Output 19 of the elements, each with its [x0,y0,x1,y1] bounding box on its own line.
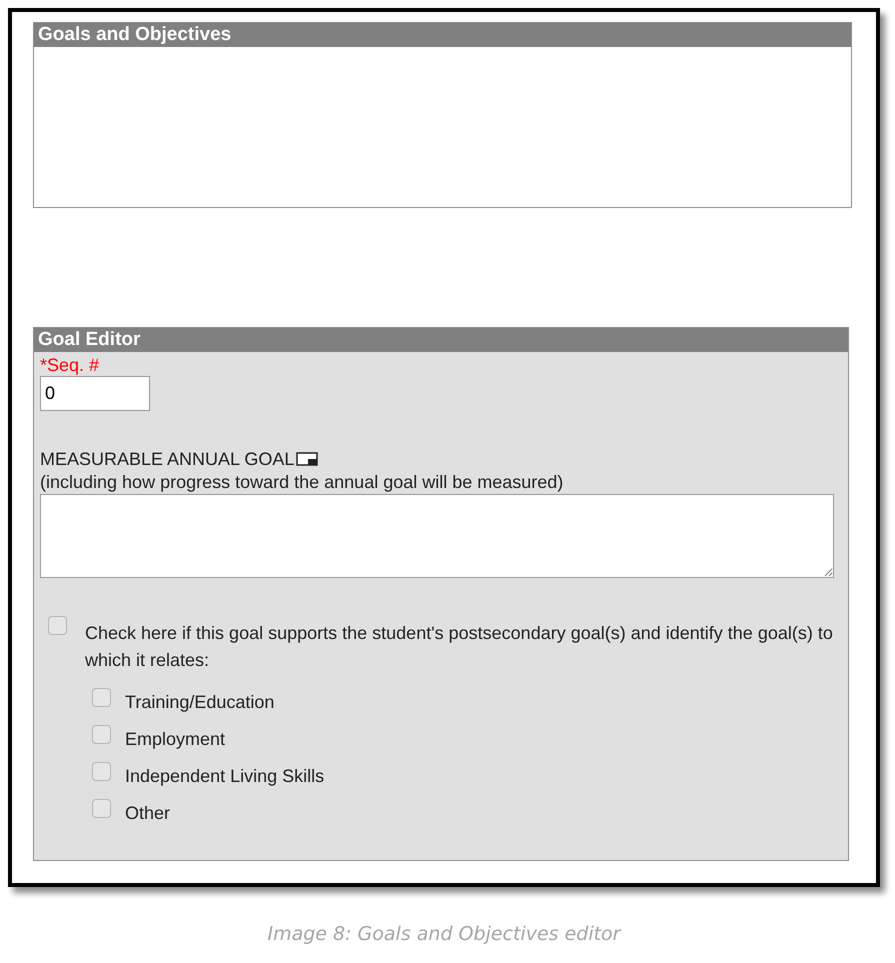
field-label: MEASURABLE ANNUAL GOAL [40,448,294,471]
panel-header: Goal Editor [34,328,848,352]
checkbox-label: Employment [125,729,226,750]
goal-textarea[interactable] [40,494,834,578]
field-label: *Seq. # [40,354,100,376]
note-icon[interactable] [296,452,318,466]
checkbox[interactable] [92,762,111,781]
sequence-input[interactable]: 0 [40,376,150,411]
checkbox[interactable] [92,799,111,818]
image-caption: Image 8: Goals and Objectives editor [267,923,620,945]
checkbox-label: Training/Education [125,692,274,713]
checkbox[interactable] [48,616,67,635]
checkbox-label: Other [125,803,170,824]
panel-header: Goals and Objectives [34,23,851,47]
checkbox-label: Check here if this goal supports the student's postsecondary goal(s) and identify the goal(s) to which it relates: [85,622,834,672]
checkbox-label: Independent Living Skills [125,766,324,787]
field-hint: (including how progress toward the annual goal will be measured) [40,471,564,493]
checkbox[interactable] [92,688,111,707]
checkbox[interactable] [92,725,111,744]
